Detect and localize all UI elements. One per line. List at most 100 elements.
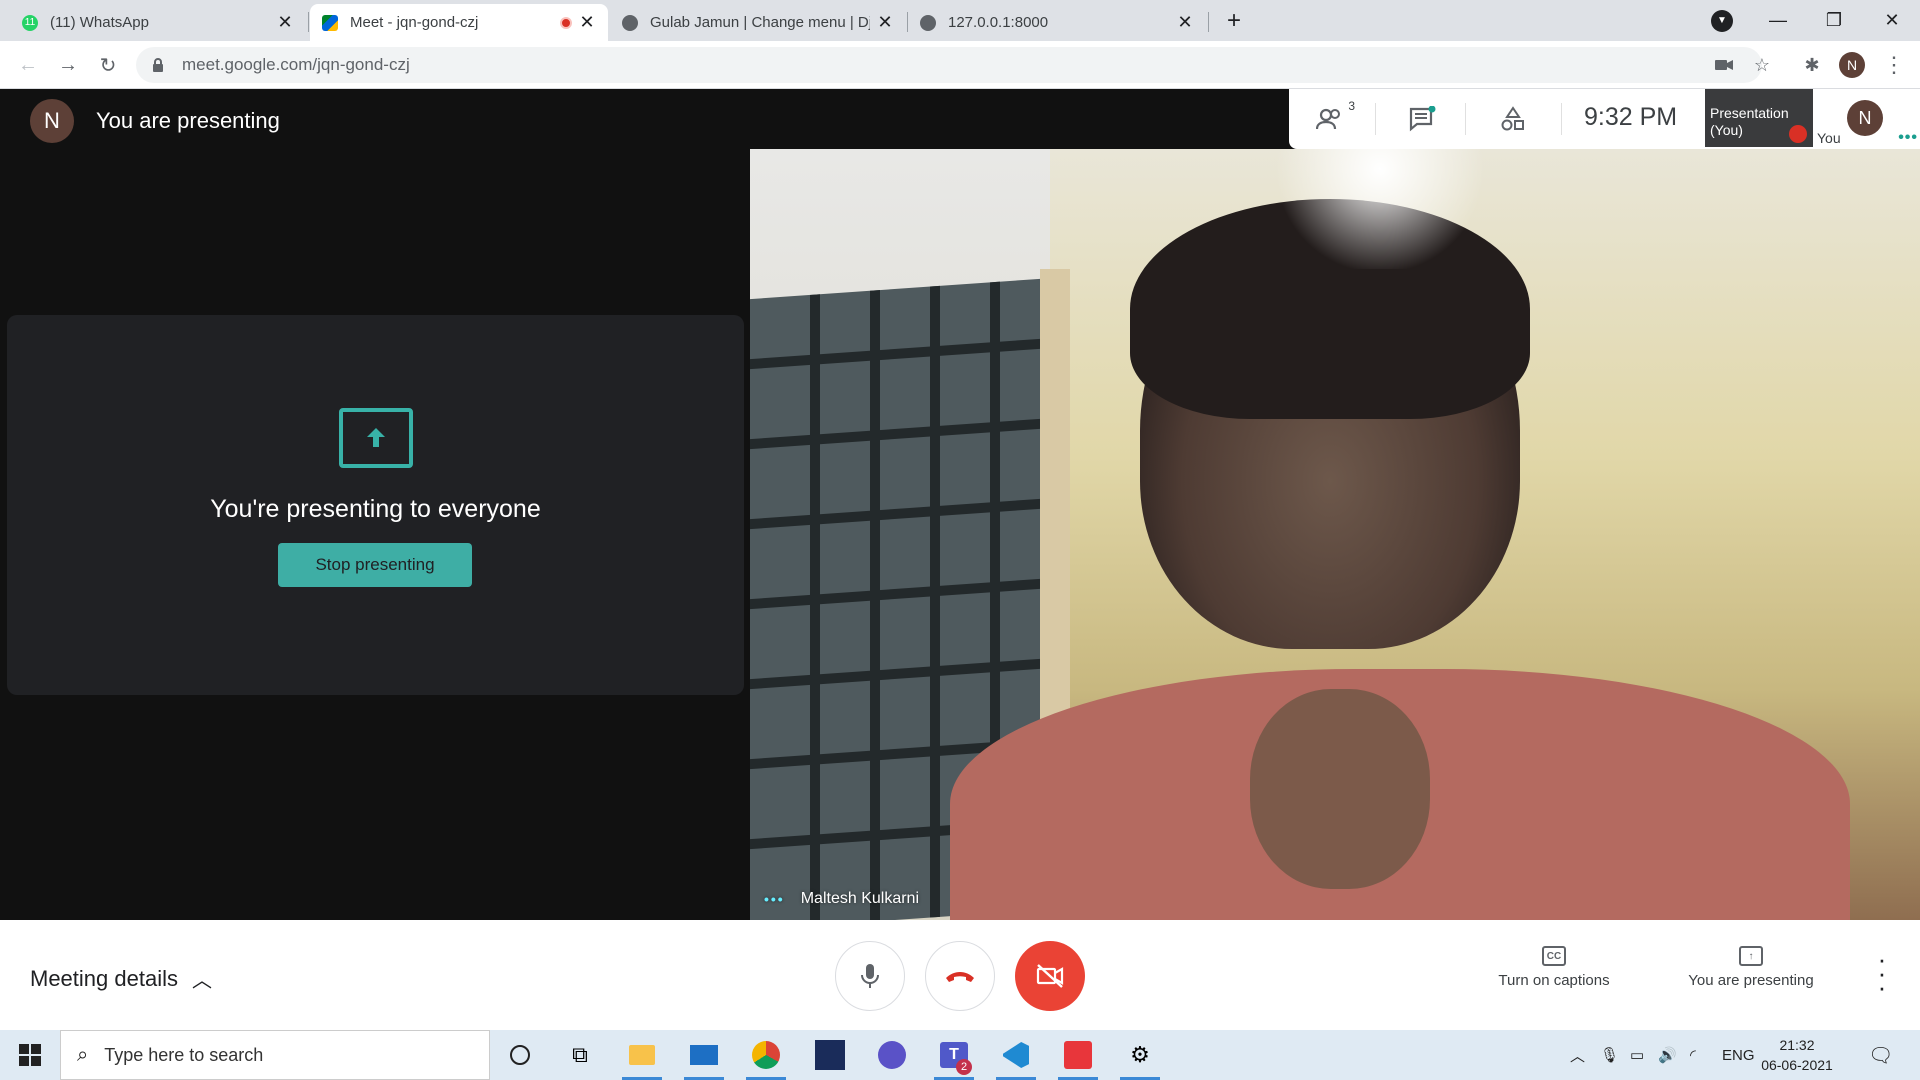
tab-whatsapp[interactable]: 11 (11) WhatsApp ✕ xyxy=(10,4,306,41)
presenting-card: You're presenting to everyone Stop prese… xyxy=(7,315,744,695)
globe-icon xyxy=(920,14,936,31)
microphone-button[interactable] xyxy=(835,941,905,1011)
settings-gear-icon[interactable]: ⚙ xyxy=(1116,1035,1164,1080)
address-bar[interactable]: meet.google.com/jqn-gond-czj xyxy=(136,47,1762,83)
camera-off-icon xyxy=(1036,964,1064,988)
chrome-menu-icon[interactable]: ⋮ xyxy=(1880,51,1908,79)
muted-icon xyxy=(1789,125,1807,143)
captions-button[interactable]: CC Turn on captions xyxy=(1480,946,1628,989)
leave-call-button[interactable] xyxy=(925,941,995,1011)
meet-bottom-bar: Meeting details ︿ CC Turn on captions ↑ … xyxy=(0,920,1920,1030)
presenting-message: You're presenting to everyone xyxy=(210,495,541,523)
file-explorer-icon[interactable] xyxy=(618,1035,666,1080)
taskbar-search-input[interactable]: ⌕ Type here to search xyxy=(60,1030,490,1080)
meet-stage: N You are presenting 3 9:32 PM Presentat… xyxy=(0,89,1920,920)
camera-in-use-icon[interactable] xyxy=(1710,51,1738,79)
close-icon[interactable]: ✕ xyxy=(276,12,294,33)
system-date: 06-06-2021 xyxy=(1761,1057,1833,1073)
lock-icon xyxy=(152,57,166,73)
avatar: N xyxy=(30,99,74,143)
notification-badge: 2 xyxy=(956,1059,972,1075)
present-now-button[interactable]: ↑ You are presenting xyxy=(1672,946,1830,989)
browser-app-icon[interactable] xyxy=(868,1035,916,1075)
search-icon: ⌕ xyxy=(77,1043,89,1066)
amazon-music-icon[interactable] xyxy=(806,1035,854,1075)
close-window-button[interactable]: ✕ xyxy=(1864,0,1920,41)
close-icon[interactable]: ✕ xyxy=(1176,12,1194,33)
meeting-details-button[interactable]: Meeting details ︿ xyxy=(30,964,212,993)
presenting-label: You are presenting xyxy=(1688,972,1814,989)
tab-meet[interactable]: Meet - jqn-gond-czj ✕ xyxy=(310,4,608,41)
microphone-icon xyxy=(861,964,879,988)
new-tab-button[interactable]: + xyxy=(1206,0,1262,41)
show-hidden-icons-button[interactable]: ︿ xyxy=(1570,1030,1585,1080)
divider xyxy=(1561,103,1562,135)
close-icon[interactable]: ✕ xyxy=(578,12,596,33)
battery-icon[interactable]: ▭ xyxy=(1630,1030,1644,1080)
task-view-icon[interactable]: ⧉ xyxy=(556,1035,604,1075)
tab-label: Gulab Jamun | Change menu | Dj xyxy=(650,14,870,31)
present-screen-icon xyxy=(339,408,413,468)
close-icon[interactable]: ✕ xyxy=(876,12,894,33)
presentation-tile-label: Presentation (You) xyxy=(1710,105,1789,138)
self-tile-label: You xyxy=(1817,130,1841,146)
tab-localhost[interactable]: 127.0.0.1:8000 ✕ xyxy=(908,4,1206,41)
whatsapp-icon: 11 xyxy=(22,14,38,31)
system-time: 21:32 xyxy=(1779,1037,1815,1053)
participant-video[interactable]: ••• Maltesh Kulkarni xyxy=(750,149,1920,920)
vscode-icon[interactable] xyxy=(992,1035,1040,1080)
more-options-icon[interactable]: · · · xyxy=(1872,946,1892,1000)
back-button[interactable]: ← xyxy=(12,49,44,81)
reload-button[interactable]: ↻ xyxy=(92,49,124,81)
hang-up-icon xyxy=(946,972,974,982)
forward-button[interactable]: → xyxy=(52,49,84,81)
browser-tab-strip: 11 (11) WhatsApp ✕ Meet - jqn-gond-czj ✕… xyxy=(0,0,1920,41)
meet-top-bar: 3 9:32 PM Presentation (You) You N ••• xyxy=(1289,89,1920,149)
browser-toolbar: ← → ↻ meet.google.com/jqn-gond-czj ☆ ✱ N… xyxy=(0,41,1920,89)
tab-search-button[interactable]: ▼ xyxy=(1694,0,1750,41)
windows-logo-icon xyxy=(19,1044,41,1066)
tab-divider xyxy=(308,12,309,32)
wifi-icon[interactable]: ◜ xyxy=(1690,1030,1696,1080)
more-options-icon[interactable]: ••• xyxy=(1898,129,1918,147)
chat-button[interactable] xyxy=(1403,101,1443,137)
minimize-button[interactable]: — xyxy=(1750,0,1806,41)
recording-icon xyxy=(560,16,572,29)
restore-button[interactable]: ❐ xyxy=(1806,0,1862,41)
cortana-icon[interactable] xyxy=(496,1035,544,1075)
activities-button[interactable] xyxy=(1493,101,1533,137)
start-button[interactable] xyxy=(0,1030,60,1080)
self-tile[interactable]: You N ••• xyxy=(1813,89,1920,147)
volume-icon[interactable]: 🔊 xyxy=(1658,1030,1677,1080)
meeting-clock: 9:32 PM xyxy=(1584,103,1678,131)
windows-taskbar: ⌕ Type here to search ⧉ T 2 ⚙ ︿ 🎙 ▭ 🔊 ◜ … xyxy=(0,1030,1920,1080)
notifications-icon[interactable]: 🗨 xyxy=(1868,1030,1893,1080)
chevron-down-icon: ▼ xyxy=(1711,9,1733,32)
mail-icon[interactable] xyxy=(680,1035,728,1080)
git-client-icon[interactable] xyxy=(1054,1035,1102,1080)
globe-icon xyxy=(622,14,638,31)
participant-name: Maltesh Kulkarni xyxy=(800,890,919,907)
teams-icon[interactable]: T 2 xyxy=(930,1035,978,1080)
microphone-tray-icon[interactable]: 🎙 xyxy=(1600,1030,1619,1080)
people-icon xyxy=(1316,108,1340,130)
closed-captions-icon: CC xyxy=(1542,946,1566,966)
input-language[interactable]: ENG xyxy=(1722,1030,1755,1080)
presentation-tile[interactable]: Presentation (You) xyxy=(1705,89,1813,147)
tab-gulab-jamun[interactable]: Gulab Jamun | Change menu | Dj ✕ xyxy=(610,4,906,41)
meeting-details-label: Meeting details xyxy=(30,965,178,991)
bookmark-star-icon[interactable]: ☆ xyxy=(1748,51,1776,79)
system-clock[interactable]: 21:32 06-06-2021 xyxy=(1752,1035,1842,1075)
camera-toggle-button[interactable] xyxy=(1015,941,1085,1011)
meet-icon xyxy=(322,14,338,31)
people-button[interactable]: 3 xyxy=(1313,99,1355,137)
chrome-icon[interactable] xyxy=(742,1035,790,1080)
tab-label: (11) WhatsApp xyxy=(50,14,149,31)
profile-button[interactable]: N xyxy=(1838,51,1866,79)
more-options-icon[interactable]: ••• xyxy=(764,891,785,907)
stop-presenting-button[interactable]: Stop presenting xyxy=(278,543,472,587)
tab-label: 127.0.0.1:8000 xyxy=(948,14,1049,31)
extensions-icon[interactable]: ✱ xyxy=(1798,51,1826,79)
presenter-header: N You are presenting xyxy=(30,99,280,143)
avatar: N xyxy=(1847,100,1883,136)
